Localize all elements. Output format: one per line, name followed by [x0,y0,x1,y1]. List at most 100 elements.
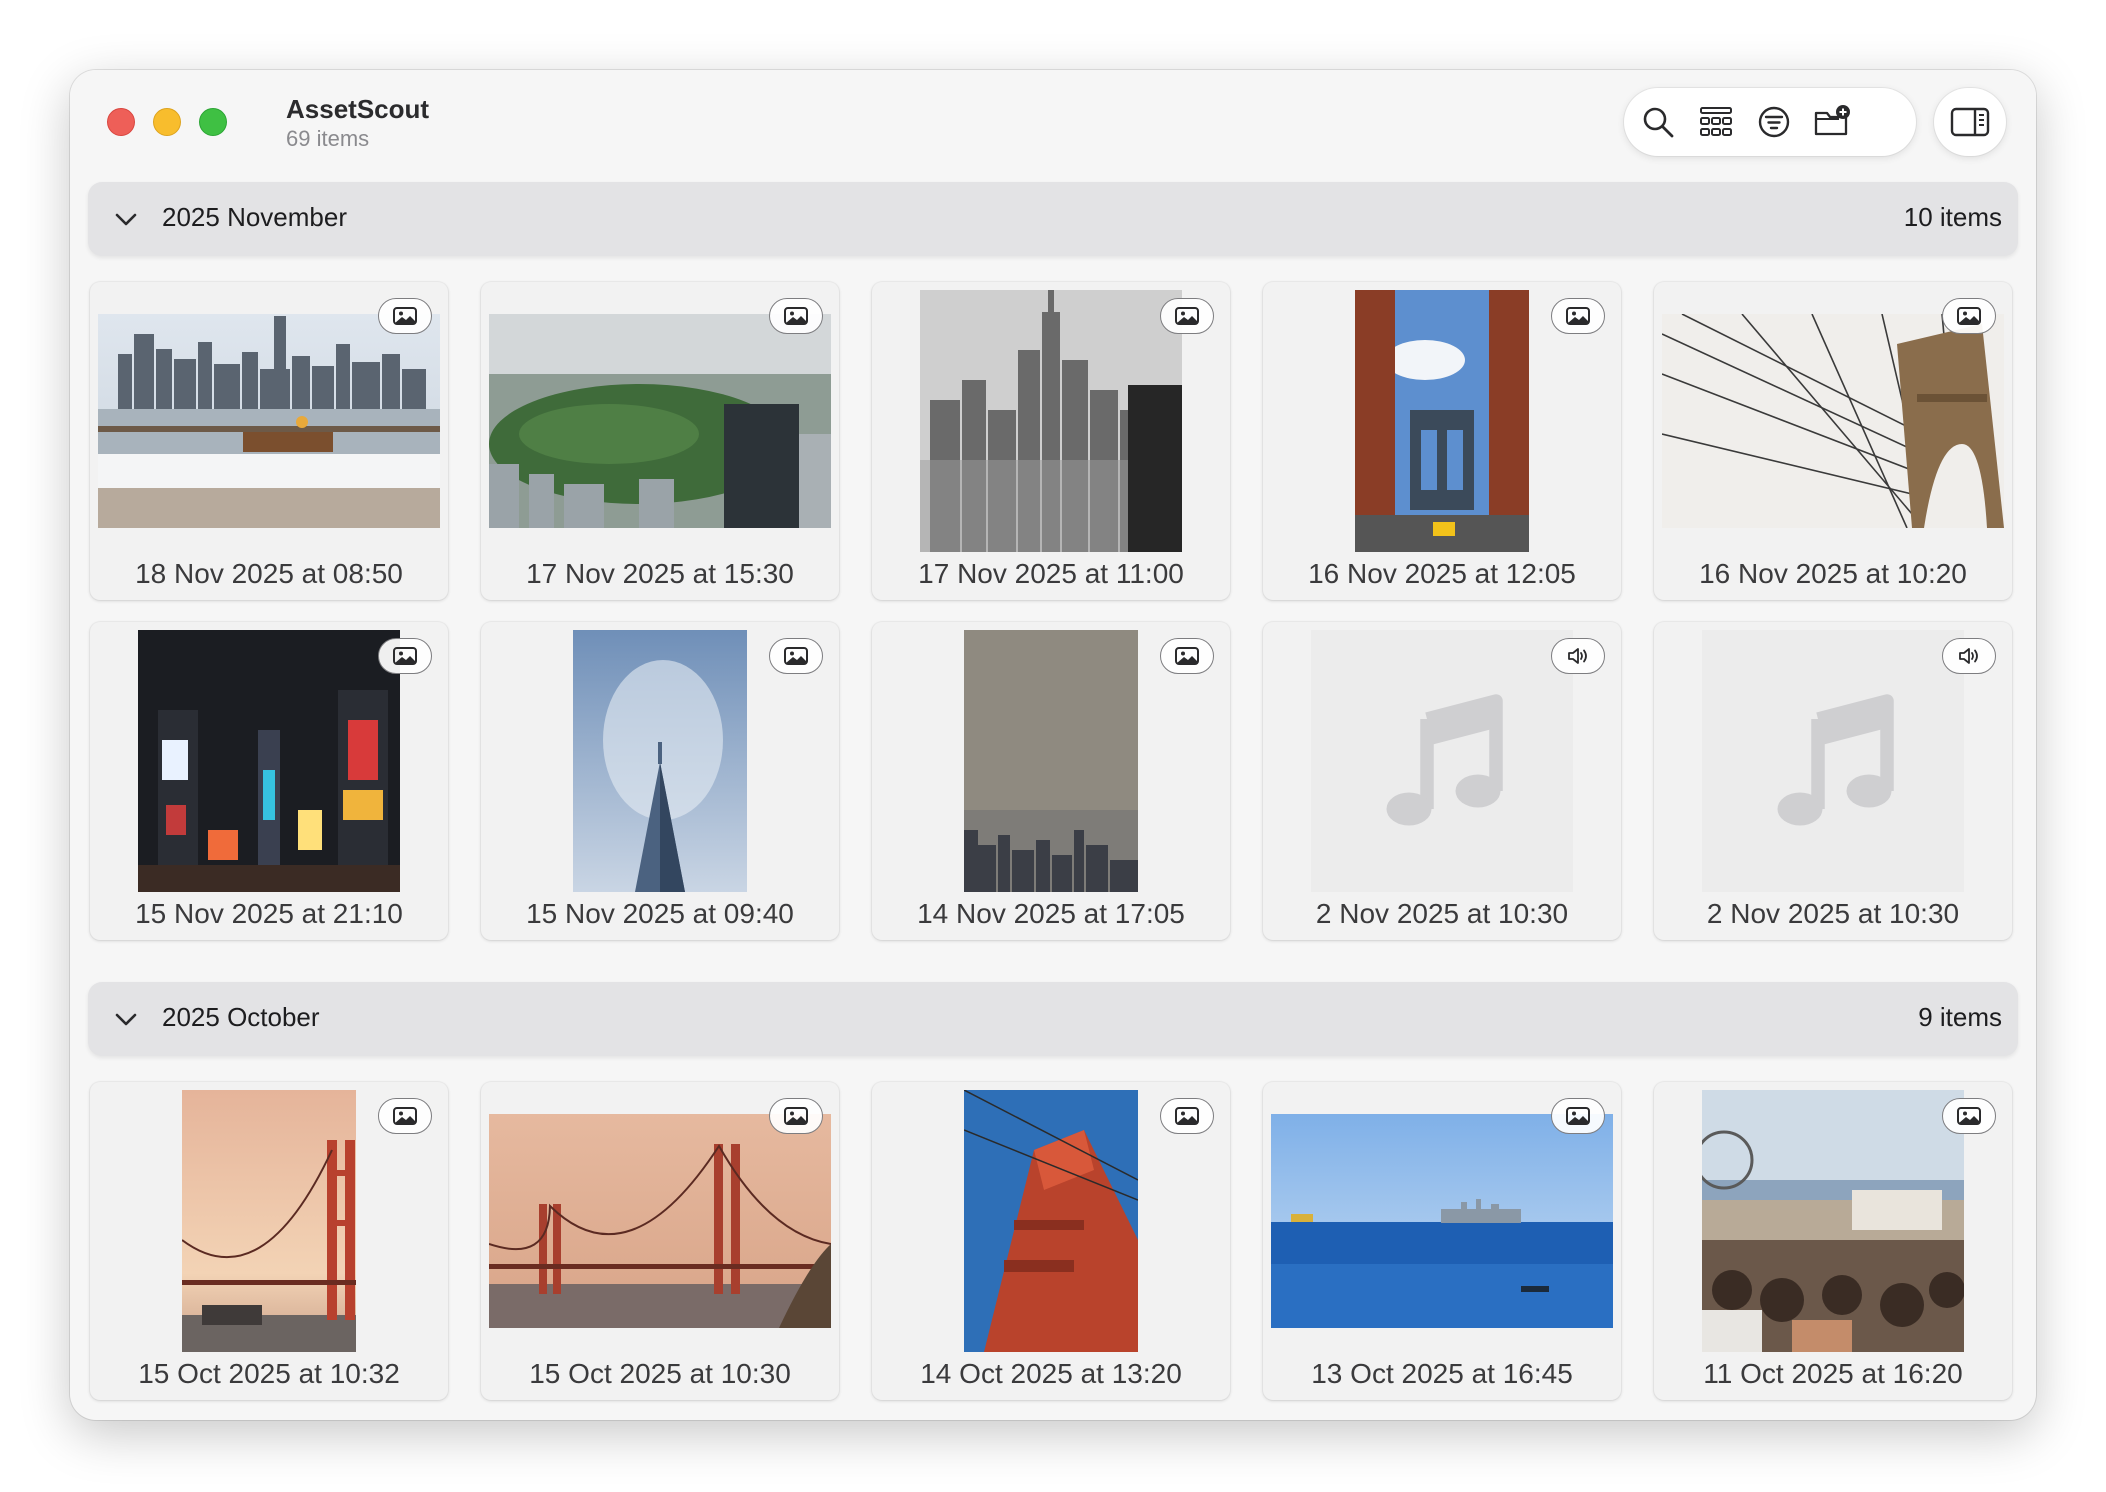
media-card[interactable]: 16 Nov 2025 at 12:05 [1263,282,1621,600]
item-timestamp: 17 Nov 2025 at 11:00 [918,558,1184,589]
item-timestamp: 15 Nov 2025 at 21:10 [135,898,403,929]
photo-thumbnail [964,1090,1138,1352]
item-timestamp: 15 Nov 2025 at 09:40 [526,898,794,929]
chevron-down-icon[interactable] [112,206,140,234]
photo-type-badge [1160,1098,1214,1134]
toolbar-group [1624,88,1916,156]
photo-thumbnail [1702,1090,1964,1352]
photo-type-badge [769,1098,823,1134]
photo-icon [783,305,809,327]
photo-type-badge [378,1098,432,1134]
photo-type-badge [1160,638,1214,674]
section-item-count: 10 items [1903,202,2002,232]
photo-thumbnail [138,630,400,892]
photo-thumbnail [920,290,1182,552]
item-timestamp: 14 Nov 2025 at 17:05 [917,898,1185,929]
photo-type-badge [1160,298,1214,334]
media-card[interactable]: 15 Oct 2025 at 10:32 [90,1082,448,1400]
app-title: AssetScout [286,94,430,124]
photo-icon [392,305,418,327]
item-timestamp: 13 Oct 2025 at 16:45 [1311,1358,1573,1389]
photo-thumbnail [1662,314,2004,528]
photo-type-badge [769,298,823,334]
photo-thumbnail [489,1114,831,1328]
audio-type-badge [1942,638,1996,674]
app-window: AssetScout 69 items 2025 November 10 ite… [70,70,2036,1420]
title-bar: AssetScout 69 items [70,70,2036,180]
item-timestamp: 18 Nov 2025 at 08:50 [135,558,403,589]
new-folder-button[interactable] [1808,100,1856,144]
photo-icon [392,645,418,667]
media-card[interactable]: 16 Nov 2025 at 10:20 [1654,282,2012,600]
photo-thumbnail [1355,290,1529,552]
photo-thumbnail [182,1090,356,1352]
photo-icon [1565,1105,1591,1127]
audio-thumbnail [1702,630,1964,892]
speaker-icon [1956,645,1982,667]
music-note-icon [1758,686,1908,836]
search-button[interactable] [1634,100,1682,144]
section-header-october[interactable]: 2025 October 9 items [88,982,2018,1056]
photo-icon [1956,1105,1982,1127]
media-card[interactable]: 17 Nov 2025 at 15:30 [481,282,839,600]
section-title: 2025 November [162,202,347,232]
close-window-button[interactable] [107,108,135,136]
photo-icon [1956,305,1982,327]
photo-thumbnail [98,314,440,528]
photo-type-badge [378,638,432,674]
item-timestamp: 15 Oct 2025 at 10:32 [138,1358,400,1389]
audio-thumbnail [1311,630,1573,892]
photo-icon [1174,645,1200,667]
section-item-count: 9 items [1918,1002,2002,1032]
grid-view-icon [1700,107,1732,136]
minimize-window-button[interactable] [153,108,181,136]
item-timestamp: 16 Nov 2025 at 12:05 [1308,558,1576,589]
new-folder-icon [1814,105,1850,136]
photo-type-badge [769,638,823,674]
media-card[interactable]: 15 Oct 2025 at 10:30 [481,1082,839,1400]
media-card[interactable]: 14 Nov 2025 at 17:05 [872,622,1230,940]
media-card[interactable]: 14 Oct 2025 at 13:20 [872,1082,1230,1400]
photo-thumbnail [964,630,1138,892]
media-card[interactable]: 2 Nov 2025 at 10:30 [1263,622,1621,940]
zoom-window-button[interactable] [199,108,227,136]
media-card[interactable]: 15 Nov 2025 at 21:10 [90,622,448,940]
photo-type-badge [378,298,432,334]
item-timestamp: 2 Nov 2025 at 10:30 [1315,898,1569,929]
grid-view-button[interactable] [1692,100,1740,144]
photo-type-badge [1551,1098,1605,1134]
media-card[interactable]: 11 Oct 2025 at 16:20 [1654,1082,2012,1400]
audio-type-badge [1551,638,1605,674]
photo-type-badge [1551,298,1605,334]
photo-thumbnail [573,630,747,892]
search-icon [1643,107,1674,138]
photo-thumbnail [1271,1114,1613,1328]
photo-icon [392,1105,418,1127]
chevron-down-icon[interactable] [112,1006,140,1034]
speaker-icon [1565,645,1591,667]
music-note-icon [1367,686,1517,836]
item-timestamp: 11 Oct 2025 at 16:20 [1703,1358,1963,1389]
media-card[interactable]: 15 Nov 2025 at 09:40 [481,622,839,940]
photo-icon [1565,305,1591,327]
photo-icon [1174,1105,1200,1127]
photo-thumbnail [489,314,831,528]
filter-icon [1758,106,1790,138]
filter-button[interactable] [1750,100,1798,144]
photo-icon [783,1105,809,1127]
app-item-count: 69 items [286,126,370,151]
sidebar-toggle-button[interactable] [1934,88,2006,156]
media-card[interactable]: 18 Nov 2025 at 08:50 [90,282,448,600]
item-timestamp: 2 Nov 2025 at 10:30 [1706,898,1960,929]
photo-type-badge [1942,298,1996,334]
item-timestamp: 16 Nov 2025 at 10:20 [1699,558,1967,589]
media-card[interactable]: 13 Oct 2025 at 16:45 [1263,1082,1621,1400]
item-timestamp: 17 Nov 2025 at 15:30 [526,558,794,589]
sidebar-toggle-icon [1950,107,1990,137]
item-timestamp: 14 Oct 2025 at 13:20 [920,1358,1182,1389]
section-header-november[interactable]: 2025 November 10 items [88,182,2018,256]
media-card[interactable]: 2 Nov 2025 at 10:30 [1654,622,2012,940]
photo-icon [1174,305,1200,327]
photo-type-badge [1942,1098,1996,1134]
media-card[interactable]: 17 Nov 2025 at 11:00 [872,282,1230,600]
